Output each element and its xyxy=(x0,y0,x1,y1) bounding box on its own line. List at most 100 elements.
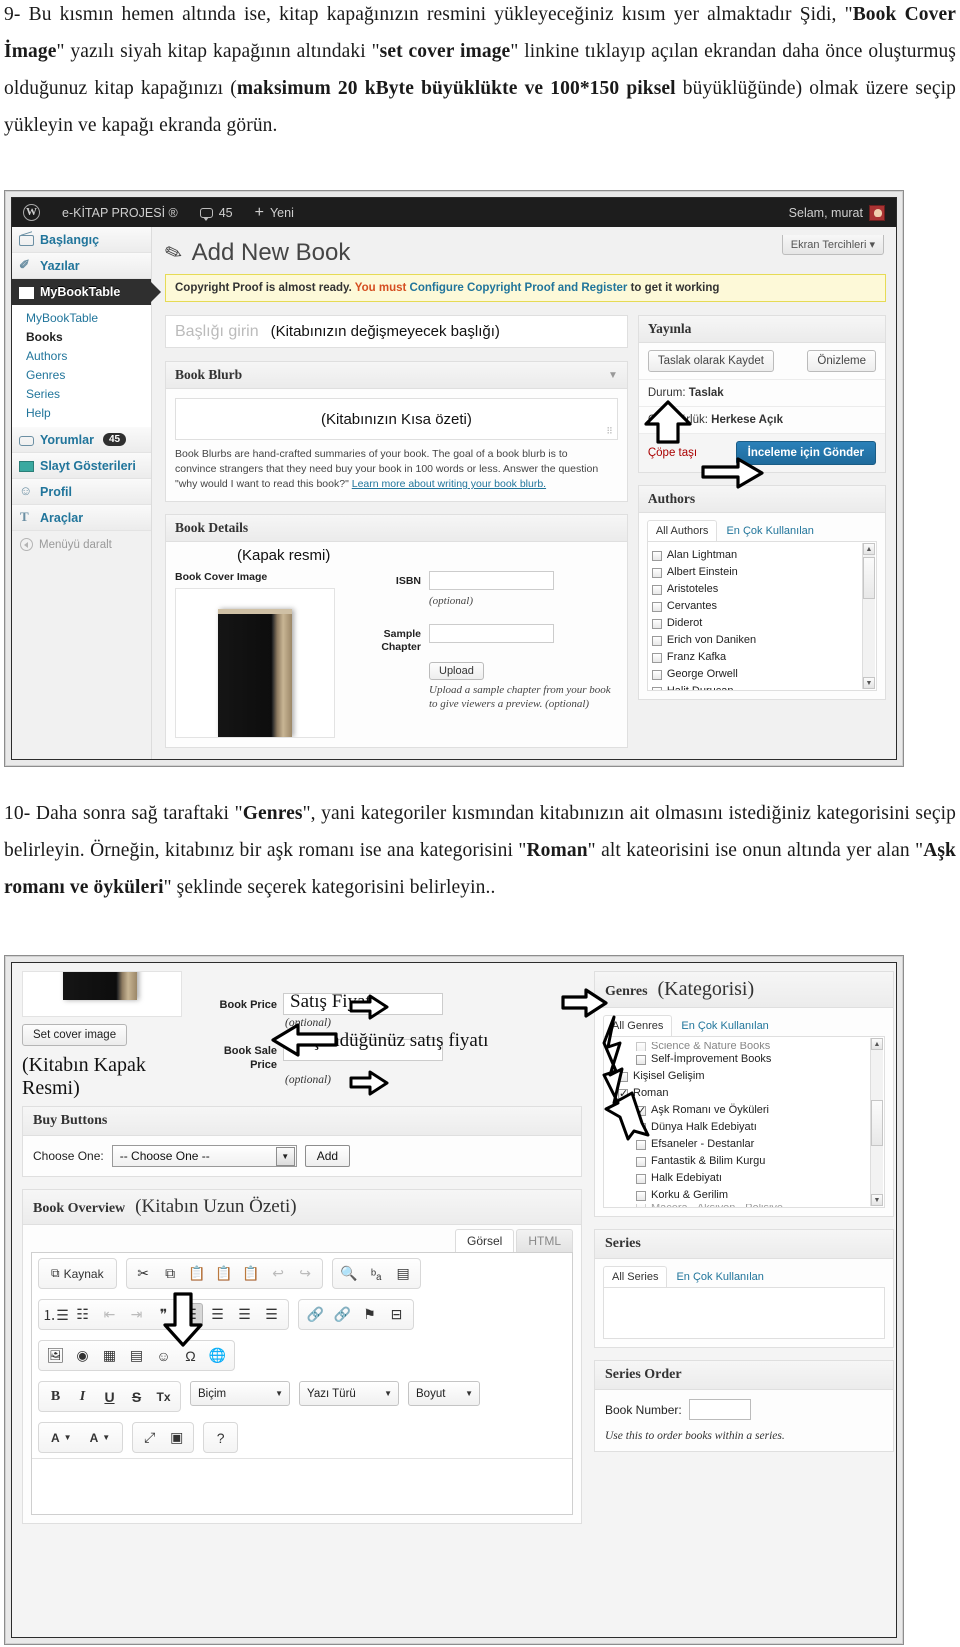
checkbox-icon[interactable] xyxy=(636,1042,646,1051)
checkbox-icon[interactable] xyxy=(636,1122,646,1133)
sidebar-subitem-mybooktable[interactable]: MyBookTable xyxy=(26,309,151,328)
smiley-icon[interactable]: ☺ xyxy=(151,1344,176,1367)
sidebar-subitem-genres[interactable]: Genres xyxy=(26,366,151,385)
checkbox-icon[interactable] xyxy=(651,686,662,690)
resize-grip-icon[interactable]: ⠿ xyxy=(606,426,614,437)
move-to-trash-link[interactable]: Çöpe taşı xyxy=(648,447,697,459)
show-blocks-icon[interactable]: ▣ xyxy=(164,1426,189,1449)
list-item[interactable]: Efsaneler - Destanlar xyxy=(636,1136,880,1153)
list-item[interactable]: Kişisel Gelişim xyxy=(618,1068,880,1085)
buy-button-select[interactable]: -- Choose One -- ▼ xyxy=(111,1145,297,1167)
submit-for-review-button[interactable]: İnceleme için Gönder xyxy=(735,441,876,465)
scrollbar-thumb[interactable] xyxy=(871,1100,883,1146)
series-checklist[interactable] xyxy=(603,1287,885,1339)
new-content-menu[interactable]: + Yeni xyxy=(244,198,305,227)
sample-chapter-input[interactable] xyxy=(429,624,554,643)
numbered-list-icon[interactable]: ⒈☰ xyxy=(42,1303,69,1326)
bullet-list-icon[interactable]: ☷ xyxy=(70,1303,95,1326)
list-item[interactable]: Science & Nature Books xyxy=(636,1042,880,1051)
account-menu[interactable]: Selam, murat xyxy=(778,198,896,227)
preview-button[interactable]: Önizleme xyxy=(807,350,876,372)
tab-visual-editor[interactable]: Görsel xyxy=(454,1229,515,1252)
wp-logo-menu[interactable]: W xyxy=(12,198,51,227)
list-item[interactable]: Diderot xyxy=(651,615,872,632)
list-item[interactable]: Dünya Halk Edebiyatı xyxy=(636,1119,880,1136)
book-sale-price-input[interactable]: Düşündüğünüz satış fiyatı xyxy=(283,1030,488,1061)
list-item[interactable]: George Orwell xyxy=(651,666,872,683)
special-char-icon[interactable]: Ω xyxy=(178,1344,203,1367)
anchor-icon[interactable]: ⚑ xyxy=(357,1303,382,1326)
checkbox-icon[interactable] xyxy=(651,567,662,578)
book-number-input[interactable] xyxy=(688,1399,751,1420)
italic-icon[interactable]: I xyxy=(70,1385,95,1408)
iframe-icon[interactable]: 🌐 xyxy=(205,1344,230,1367)
tab-html-editor[interactable]: HTML xyxy=(516,1229,573,1252)
sidebar-subitem-books[interactable]: Books xyxy=(26,328,151,347)
list-item[interactable]: Aristoteles xyxy=(651,581,872,598)
background-color-icon[interactable]: A ▼ xyxy=(82,1426,119,1449)
bold-icon[interactable]: B xyxy=(43,1385,68,1408)
tab-all-genres[interactable]: All Genres xyxy=(603,1015,673,1036)
book-price-input[interactable]: Satış Fiyatı xyxy=(283,991,443,1015)
tab-most-used-genres[interactable]: En Çok Kullanılan xyxy=(672,1015,777,1036)
justify-icon[interactable]: ☰ xyxy=(259,1303,284,1326)
checkbox-icon[interactable] xyxy=(651,635,662,646)
status-value[interactable]: Taslak xyxy=(689,387,724,399)
checkbox-icon[interactable] xyxy=(651,652,662,663)
select-all-icon[interactable]: ▤ xyxy=(391,1262,416,1285)
sidebar-item-profil[interactable]: Profil xyxy=(12,479,151,505)
tab-most-used-series[interactable]: En Çok Kullanılan xyxy=(667,1266,772,1287)
checkbox-icon[interactable] xyxy=(636,1190,646,1201)
align-right-icon[interactable]: ☰ xyxy=(232,1303,257,1326)
size-select[interactable]: Boyut ▼ xyxy=(408,1381,480,1406)
checkbox-icon[interactable] xyxy=(651,669,662,680)
sidebar-item-slayt-gosterileri[interactable]: Slayt Gösterileri xyxy=(12,453,151,479)
paste-word-icon[interactable]: 📋 xyxy=(239,1262,264,1285)
unlink-icon[interactable]: 🔗 xyxy=(330,1303,355,1326)
book-blurb-header[interactable]: Book Blurb ▼ xyxy=(166,362,627,389)
align-center-icon[interactable]: ☰ xyxy=(205,1303,230,1326)
font-select[interactable]: Yazı Türü ▼ xyxy=(299,1381,399,1406)
sidebar-subitem-help[interactable]: Help xyxy=(26,404,151,423)
remove-format-icon[interactable]: Tx xyxy=(151,1385,176,1408)
genres-checklist[interactable]: Science & Nature Books Self-İmprovement … xyxy=(603,1036,885,1208)
checkbox-icon[interactable] xyxy=(636,1103,646,1120)
copy-icon[interactable]: ⧉ xyxy=(158,1262,183,1285)
editor-content-area[interactable] xyxy=(32,1458,572,1514)
isbn-input[interactable] xyxy=(429,571,554,590)
tab-all-series[interactable]: All Series xyxy=(603,1266,668,1287)
undo-icon[interactable]: ↩ xyxy=(266,1262,291,1285)
blurb-help-link[interactable]: Learn more about writing your book blurb… xyxy=(352,478,546,490)
scroll-up-icon[interactable]: ▲ xyxy=(863,543,875,555)
horizontal-rule-icon[interactable]: ⊟ xyxy=(384,1303,409,1326)
sidebar-item-baslangic[interactable]: Başlangıç xyxy=(12,227,151,253)
chevron-down-icon[interactable]: ▼ xyxy=(275,1146,295,1166)
list-item[interactable]: Halit Durucan xyxy=(651,683,872,690)
site-name-menu[interactable]: e-KİTAP PROJESİ ® xyxy=(51,198,189,227)
checkbox-icon[interactable] xyxy=(618,1071,628,1082)
comments-menu[interactable]: 45 xyxy=(189,198,244,227)
text-color-icon[interactable]: A ▼ xyxy=(43,1426,80,1449)
checkbox-icon[interactable] xyxy=(651,601,662,612)
indent-icon[interactable]: ⇥ xyxy=(124,1303,149,1326)
help-icon[interactable]: ? xyxy=(208,1426,233,1449)
set-cover-image-button[interactable]: Set cover image xyxy=(22,1024,128,1046)
list-item-ask-romani[interactable]: Aşk Romanı ve Öyküleri xyxy=(636,1102,880,1120)
list-item[interactable]: Self-İmprovement Books xyxy=(636,1051,880,1068)
checkbox-icon[interactable] xyxy=(651,550,662,561)
list-item[interactable]: Macera - Aksiyon - Polisiye xyxy=(636,1204,880,1207)
list-item[interactable]: Fantastik & Bilim Kurgu xyxy=(636,1153,880,1170)
sidebar-item-yazilar[interactable]: Yazılar xyxy=(12,253,151,279)
genres-scrollbar[interactable]: ▲ ▼ xyxy=(870,1038,883,1206)
list-item[interactable]: Cervantes xyxy=(651,598,872,615)
checkbox-icon[interactable] xyxy=(618,1086,628,1103)
upload-button[interactable]: Upload xyxy=(429,662,484,680)
link-icon[interactable]: 🔗 xyxy=(303,1303,328,1326)
redo-icon[interactable]: ↪ xyxy=(293,1262,318,1285)
checkbox-icon[interactable] xyxy=(651,618,662,629)
paste-text-icon[interactable]: 📋 xyxy=(212,1262,237,1285)
list-item[interactable]: Korku & Gerilim xyxy=(636,1187,880,1204)
visibility-value[interactable]: Herkese Açık xyxy=(711,414,783,426)
strikethrough-icon[interactable]: S xyxy=(124,1385,149,1408)
book-details-header[interactable]: Book Details xyxy=(166,515,627,542)
